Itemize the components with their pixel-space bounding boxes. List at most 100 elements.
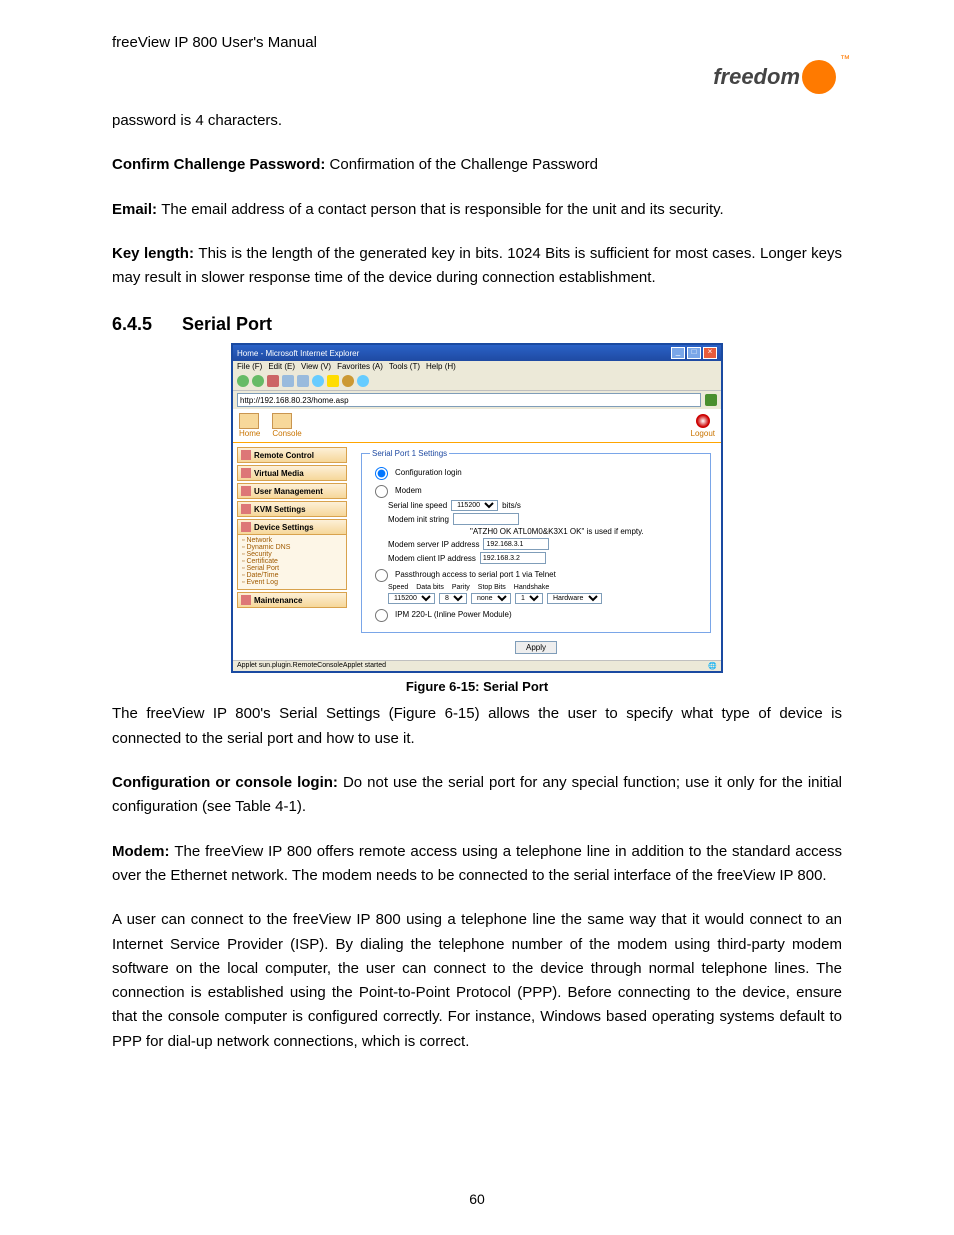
para-ppp: A user can connect to the freeView IP 80…	[112, 908, 842, 1054]
window-title: Home - Microsoft Internet Explorer	[237, 349, 359, 358]
page-number: 60	[0, 1191, 954, 1207]
url-input[interactable]	[237, 393, 701, 407]
back-icon[interactable]	[237, 375, 249, 387]
sidebar-item-virtual-media[interactable]: Virtual Media	[237, 465, 347, 481]
pass-databits[interactable]: 8	[439, 593, 467, 604]
confirm-body: Confirmation of the Challenge Password	[330, 156, 598, 173]
console-tab-icon[interactable]	[272, 413, 292, 429]
email-label: Email:	[112, 201, 161, 218]
vm-icon	[241, 468, 251, 478]
sub-certificate[interactable]: ▫ Certificate	[242, 558, 343, 565]
line-speed-unit: bits/s	[502, 501, 521, 510]
radio-modem[interactable]	[375, 485, 388, 498]
close-icon[interactable]: ×	[703, 347, 717, 359]
radio-ipm[interactable]	[375, 609, 388, 622]
rc-icon	[241, 450, 251, 460]
forward-icon[interactable]	[252, 375, 264, 387]
sidebar: Remote Control Virtual Media User Manage…	[233, 443, 351, 660]
confirm-line: Confirm Challenge Password: Confirmation…	[112, 153, 842, 177]
logo-text: freedom	[713, 64, 800, 90]
sidebar-item-maintenance[interactable]: Maintenance	[237, 592, 347, 608]
section-title: Serial Port	[182, 314, 272, 334]
browser-toolbar[interactable]	[233, 372, 721, 390]
fieldset-legend: Serial Port 1 Settings	[370, 449, 449, 458]
radio-passthrough[interactable]	[375, 569, 388, 582]
line-speed-select[interactable]: 115200	[451, 500, 498, 511]
mail-icon[interactable]	[357, 375, 369, 387]
search-icon[interactable]	[312, 375, 324, 387]
apply-button[interactable]: Apply	[515, 641, 557, 654]
opt-modem-label: Modem	[395, 486, 422, 495]
pass-stopbits[interactable]: 1	[515, 593, 543, 604]
radio-config-login[interactable]	[375, 467, 388, 480]
key-line: Key length: This is the length of the ge…	[112, 242, 842, 291]
go-icon[interactable]	[705, 394, 717, 406]
figure-caption: Figure 6-15: Serial Port	[112, 679, 842, 694]
pw-line: password is 4 characters.	[112, 109, 842, 133]
opt-ipm-label: IPM 220-L (Inline Power Module)	[395, 610, 512, 619]
pass-speed[interactable]: 115200	[388, 593, 435, 604]
sidebar-item-user-management[interactable]: User Management	[237, 483, 347, 499]
init-label: Modem init string	[388, 515, 449, 524]
console-tab-label[interactable]: Console	[272, 429, 301, 438]
settings-content: Serial Port 1 Settings Configuration log…	[351, 443, 721, 660]
sub-network[interactable]: ▫ Network	[242, 537, 343, 544]
email-body: The email address of a contact person th…	[161, 201, 724, 218]
logout-label[interactable]: Logout	[691, 429, 715, 438]
client-ip-input[interactable]	[480, 552, 546, 564]
window-titlebar: Home - Microsoft Internet Explorer _ □ ×	[233, 345, 721, 361]
section-heading: 6.4.5Serial Port	[112, 314, 842, 335]
figure-screenshot: Home - Microsoft Internet Explorer _ □ ×…	[231, 343, 723, 673]
home-tab-label[interactable]: Home	[239, 429, 260, 438]
sub-ddns[interactable]: ▫ Dynamic DNS	[242, 544, 343, 551]
max-icon[interactable]: □	[687, 347, 701, 359]
line-speed-label: Serial line speed	[388, 501, 447, 510]
sidebar-item-device-settings[interactable]: Device Settings	[237, 519, 347, 535]
sub-security[interactable]: ▫ Security	[242, 551, 343, 558]
section-num: 6.4.5	[112, 314, 182, 335]
serial-port-fieldset: Serial Port 1 Settings Configuration log…	[361, 449, 711, 633]
server-ip-label: Modem server IP address	[388, 540, 479, 549]
min-icon[interactable]: _	[671, 347, 685, 359]
modem-line: Modem: The freeView IP 800 offers remote…	[112, 840, 842, 889]
stop-icon[interactable]	[267, 375, 279, 387]
status-icon: 🌐	[708, 662, 717, 670]
key-body: This is the length of the generated key …	[112, 245, 842, 286]
sidebar-item-kvm-settings[interactable]: KVM Settings	[237, 501, 347, 517]
home-icon[interactable]	[297, 375, 309, 387]
sub-serialport[interactable]: ▫ Serial Port	[242, 565, 343, 572]
init-input[interactable]	[453, 513, 519, 525]
sidebar-sublist: ▫ Network ▫ Dynamic DNS ▫ Security ▫ Cer…	[237, 535, 347, 590]
logo-circle-icon	[802, 60, 836, 94]
pass-parity[interactable]: none	[471, 593, 511, 604]
key-label: Key length:	[112, 245, 198, 262]
modem-body: The freeView IP 800 offers remote access…	[112, 843, 842, 884]
address-bar	[233, 390, 721, 409]
pass-handshake[interactable]: Hardware	[547, 593, 602, 604]
confirm-label: Confirm Challenge Password:	[112, 156, 330, 173]
doc-header: freeView IP 800 User's Manual	[112, 34, 842, 51]
email-line: Email: The email address of a contact pe…	[112, 198, 842, 222]
para-serial-intro: The freeView IP 800's Serial Settings (F…	[112, 702, 842, 751]
menu-bar[interactable]: File (F)Edit (E)View (V)Favorites (A)Too…	[233, 361, 721, 372]
status-bar: Applet sun.plugin.RemoteConsoleApplet st…	[233, 660, 721, 671]
status-text: Applet sun.plugin.RemoteConsoleApplet st…	[237, 662, 386, 670]
home-tab-icon[interactable]	[239, 413, 259, 429]
favorites-icon[interactable]	[327, 375, 339, 387]
server-ip-input[interactable]	[483, 538, 549, 550]
history-icon[interactable]	[342, 375, 354, 387]
logout-icon[interactable]	[696, 414, 710, 428]
cfg-line: Configuration or console login: Do not u…	[112, 771, 842, 820]
modem-label: Modem:	[112, 843, 174, 860]
opt-pass-label: Passthrough access to serial port 1 via …	[395, 570, 556, 579]
init-hint: "ATZH0 OK ATL0M0&K3X1 OK" is used if emp…	[470, 527, 644, 536]
mt-icon	[241, 595, 251, 605]
um-icon	[241, 486, 251, 496]
cfg-label: Configuration or console login:	[112, 774, 343, 791]
sub-datetime[interactable]: ▫ Date/Time	[242, 572, 343, 579]
app-header: Home Console Logout	[233, 409, 721, 443]
refresh-icon[interactable]	[282, 375, 294, 387]
kvm-icon	[241, 504, 251, 514]
sidebar-item-remote-control[interactable]: Remote Control	[237, 447, 347, 463]
sub-eventlog[interactable]: ▫ Event Log	[242, 579, 343, 586]
